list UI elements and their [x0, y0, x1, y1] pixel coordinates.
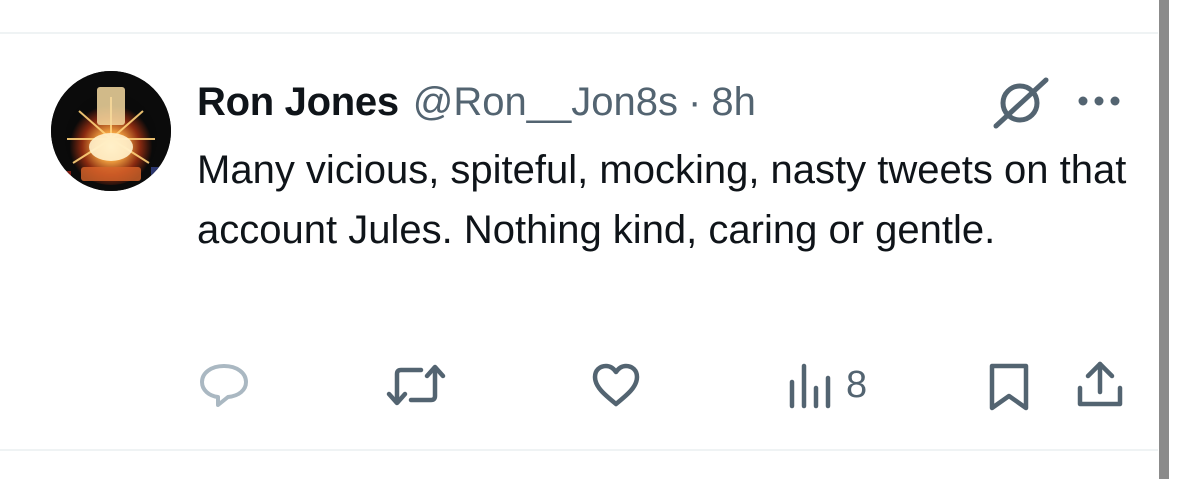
display-name[interactable]: Ron Jones: [197, 80, 399, 125]
tweet-page: Ron Jones @Ron__Jon8s · 8h Many vicious,…: [0, 0, 1179, 479]
tweet-time[interactable]: 8h: [711, 80, 756, 125]
user-handle[interactable]: @Ron__Jon8s: [413, 80, 678, 125]
bookmark-icon: [989, 363, 1029, 411]
reply-button[interactable]: [198, 362, 250, 408]
retweet-button[interactable]: [385, 362, 447, 408]
retweet-icon: [386, 364, 446, 406]
heart-icon: [592, 363, 640, 407]
top-divider: [0, 32, 1158, 34]
share-icon: [1077, 361, 1123, 407]
more-icon[interactable]: [1075, 89, 1123, 113]
reply-icon: [200, 364, 248, 407]
avatar-image: [51, 71, 171, 191]
header-separator: ·: [688, 79, 702, 124]
avatar[interactable]: [51, 71, 171, 191]
views-button[interactable]: 8: [786, 360, 867, 410]
like-button[interactable]: [591, 362, 641, 408]
bookmark-button[interactable]: [986, 362, 1032, 412]
scrollbar[interactable]: [1159, 0, 1169, 479]
grok-icon[interactable]: [992, 76, 1050, 130]
views-bar-chart-icon: [789, 363, 831, 409]
views-count: 8: [846, 363, 868, 406]
share-button[interactable]: [1076, 360, 1124, 410]
tweet-text: Many vicious, spiteful, mocking, nasty t…: [197, 148, 1127, 252]
bottom-divider: [0, 449, 1158, 451]
tweet-header: Ron Jones @Ron__Jon8s · 8h: [197, 76, 756, 128]
